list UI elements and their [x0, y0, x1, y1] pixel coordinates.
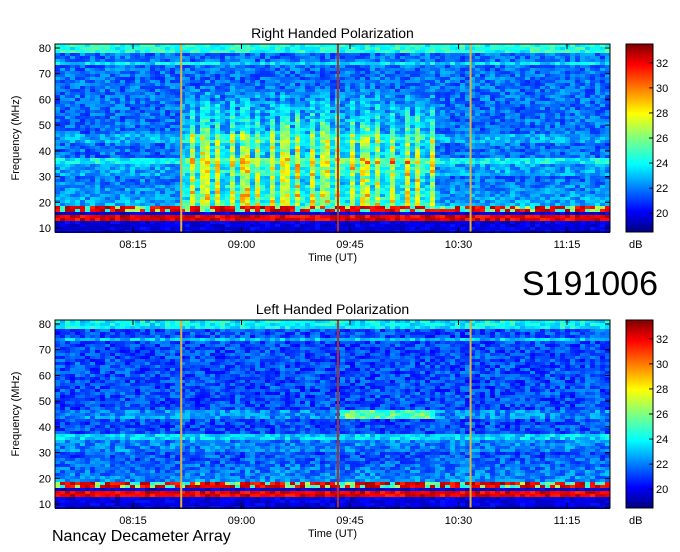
rhp-panel: 10 20 30 40 50 60 70 80 08:15 09:00 09:45 10:30 11:1…: [10, 25, 668, 264]
x-tick-label: 09:45: [336, 515, 364, 527]
event-id: S191006: [521, 265, 658, 303]
y-axis-label: Frequency (MHz): [10, 372, 22, 457]
observatory-label: Nancay Decameter Array: [52, 528, 231, 545]
colorbar-tick-label: 26: [656, 133, 668, 145]
y-tick-label: 20: [39, 197, 51, 209]
x-tick-label: 10:30: [445, 515, 473, 527]
colorbar-tick-label: 30: [656, 359, 668, 371]
y-tick-label: 60: [39, 370, 51, 382]
y-tick-label: 20: [39, 473, 51, 485]
x-tick-label: 09:45: [336, 239, 364, 251]
y-tick-label: 50: [39, 120, 51, 132]
heatmap-cells: [55, 320, 610, 509]
chart-title: Right Handed Polarization: [251, 25, 414, 41]
x-tick-label: 11:15: [554, 239, 581, 251]
colorbar-tick-label: 22: [656, 459, 668, 471]
colorbar-tick-label: 24: [656, 434, 668, 446]
y-tick-label: 70: [39, 345, 51, 357]
colorbar-tick-label: 32: [656, 58, 668, 70]
x-tick-label: 11:15: [554, 515, 581, 527]
colorbar-tick-label: 32: [656, 334, 668, 346]
colorbar-unit-label: dB: [629, 515, 642, 527]
y-tick-label: 70: [39, 69, 51, 81]
y-tick-label: 10: [39, 223, 51, 235]
colorbar-tick-label: 30: [656, 83, 668, 95]
y-axis-label: Frequency (MHz): [10, 96, 22, 181]
y-tick-label: 40: [39, 146, 51, 158]
colorbar-tick-label: 20: [656, 208, 668, 220]
colorbar-tick-label: 20: [656, 484, 668, 496]
colorbar-tick-label: 22: [656, 183, 668, 195]
x-tick-label: 09:00: [228, 515, 256, 527]
y-tick-label: 40: [39, 422, 51, 434]
x-tick-label: 08:15: [119, 515, 147, 527]
y-tick-label: 30: [39, 172, 51, 184]
colorbar: [625, 43, 654, 233]
colorbar-tick-label: 28: [656, 108, 668, 120]
x-axis-label: Time (UT): [308, 252, 357, 264]
colorbar-tick-label: 24: [656, 158, 668, 170]
colorbar-tick-label: 26: [656, 409, 668, 421]
x-tick-label: 08:15: [119, 239, 147, 251]
y-tick-label: 80: [39, 319, 51, 331]
y-tick-label: 80: [39, 43, 51, 55]
x-axis-label: Time (UT): [308, 528, 357, 540]
y-tick-label: 60: [39, 94, 51, 106]
x-tick-label: 09:00: [228, 239, 256, 251]
lhp-panel: 10 20 30 40 50 60 70 80 08:15 09:00 09:45 10:30 11:1…: [10, 301, 668, 540]
y-tick-label: 10: [39, 499, 51, 511]
colorbar: [625, 319, 654, 509]
colorbar-unit-label: dB: [629, 239, 642, 251]
y-tick-label: 30: [39, 448, 51, 460]
chart-title: Left Handed Polarization: [256, 301, 409, 317]
x-tick-label: 10:30: [445, 239, 473, 251]
heatmap-cells: [55, 44, 610, 233]
y-tick-label: 50: [39, 396, 51, 408]
colorbar-tick-label: 28: [656, 384, 668, 396]
